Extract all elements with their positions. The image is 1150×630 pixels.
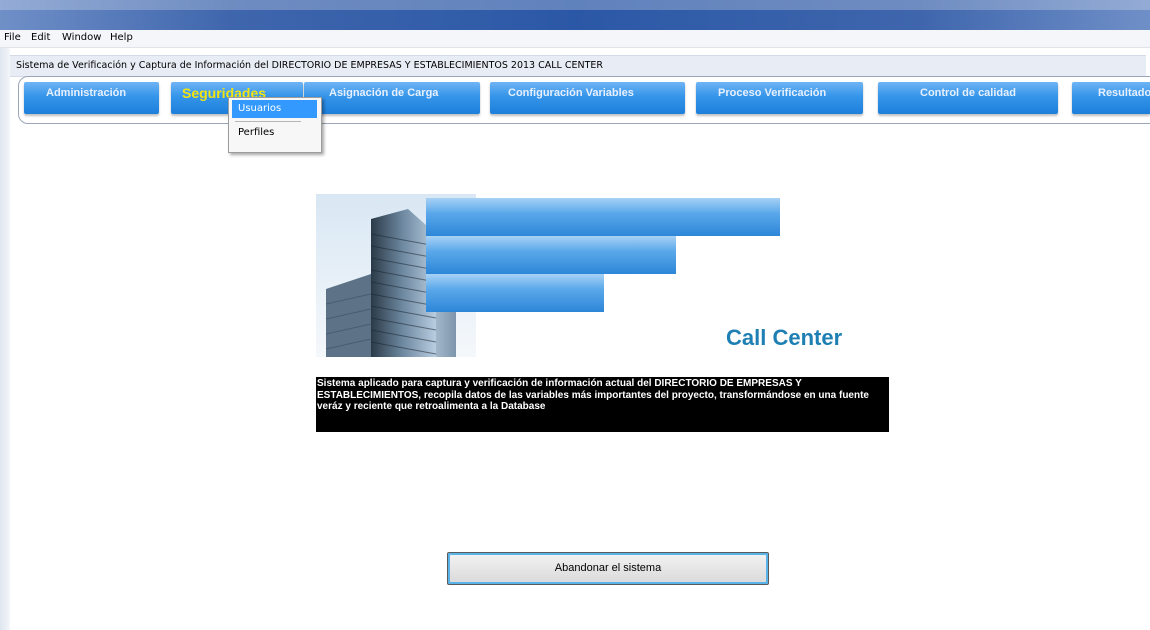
banner-bar-bottom xyxy=(426,274,604,312)
exit-system-button[interactable]: Abandonar el sistema xyxy=(447,552,769,585)
left-frame-strip xyxy=(0,48,10,630)
system-description-text: Sistema aplicado para captura y verifica… xyxy=(317,378,869,412)
nav-control-calidad-button[interactable]: Control de calidad xyxy=(878,82,1058,114)
exit-system-label: Abandonar el sistema xyxy=(554,562,662,574)
nav-resultados-button[interactable]: Resultados xyxy=(1072,82,1150,114)
nav-asignacion-carga-label: Asignación de Carga xyxy=(329,87,439,99)
nav-configuracion-variables-button[interactable]: Configuración Variables xyxy=(490,82,685,114)
menu-item-perfiles-label: Perfiles xyxy=(238,127,275,138)
menu-window[interactable]: Window xyxy=(62,32,101,43)
nav-administracion-button[interactable]: Administración xyxy=(24,82,159,114)
menu-bar: File Edit Window Help xyxy=(0,30,1150,48)
seguridades-dropdown-menu: Usuarios Perfiles xyxy=(228,97,322,153)
window-title-bar xyxy=(0,0,1150,30)
nav-asignacion-carga-button[interactable]: Asignación de Carga xyxy=(304,82,480,114)
nav-proceso-verificacion-button[interactable]: Proceso Verificación xyxy=(696,82,863,114)
menu-separator xyxy=(235,121,301,122)
banner-bar-middle xyxy=(426,236,676,274)
nav-configuracion-variables-label: Configuración Variables xyxy=(508,87,634,99)
banner-bar-top xyxy=(426,198,780,236)
menu-file[interactable]: File xyxy=(4,32,21,43)
banner-heading: Call Center xyxy=(726,325,843,350)
call-center-banner: Call Center xyxy=(316,194,888,357)
menu-item-usuarios[interactable]: Usuarios xyxy=(232,100,317,118)
menu-item-usuarios-label: Usuarios xyxy=(238,103,282,114)
nav-resultados-label: Resultados xyxy=(1098,87,1150,99)
system-description-box: Sistema aplicado para captura y verifica… xyxy=(316,377,889,432)
menu-edit[interactable]: Edit xyxy=(31,32,50,43)
menu-help[interactable]: Help xyxy=(110,32,133,43)
app-title: Sistema de Verificación y Captura de Inf… xyxy=(16,60,603,71)
nav-proceso-verificacion-label: Proceso Verificación xyxy=(718,87,827,99)
app-title-bar: Sistema de Verificación y Captura de Inf… xyxy=(10,55,1146,77)
nav-control-calidad-label: Control de calidad xyxy=(920,87,1016,99)
nav-administracion-label: Administración xyxy=(46,87,127,99)
menu-item-perfiles[interactable]: Perfiles xyxy=(232,124,317,142)
